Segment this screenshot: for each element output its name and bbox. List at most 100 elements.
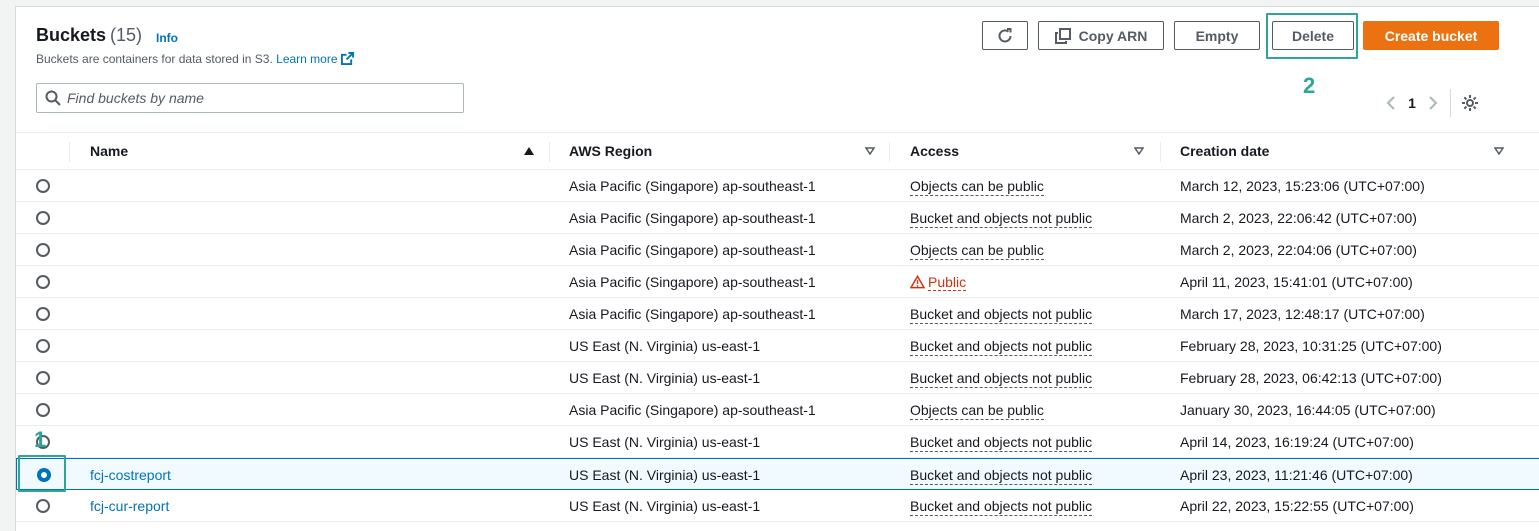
column-divider — [889, 142, 890, 162]
bucket-created: April 22, 2023, 15:22:55 (UTC+07:00) — [1180, 498, 1414, 514]
bucket-region: US East (N. Virginia) us-east-1 — [569, 498, 761, 514]
table-row[interactable]: Asia Pacific (Singapore) ap-southeast-1 … — [16, 266, 1539, 298]
learn-more-link[interactable]: Learn more — [276, 52, 354, 66]
column-header-created[interactable]: Creation date — [1180, 143, 1269, 159]
row-radio[interactable] — [36, 339, 50, 353]
table-row[interactable]: Asia Pacific (Singapore) ap-southeast-1 … — [16, 170, 1539, 202]
bucket-created: January 30, 2023, 16:44:05 (UTC+07:00) — [1180, 402, 1436, 418]
current-page[interactable]: 1 — [1398, 95, 1426, 111]
bucket-created: April 23, 2023, 11:21:46 (UTC+07:00) — [1180, 467, 1413, 483]
description-text: Buckets are containers for data stored i… — [36, 52, 273, 66]
bucket-count: (15) — [110, 25, 143, 45]
bucket-region: Asia Pacific (Singapore) ap-southeast-1 — [569, 306, 816, 322]
bucket-region: Asia Pacific (Singapore) ap-southeast-1 — [569, 402, 816, 418]
create-bucket-label: Create bucket — [1384, 27, 1478, 44]
warning-icon — [910, 275, 925, 289]
next-page-icon[interactable] — [1426, 96, 1440, 110]
bucket-name[interactable]: fcj-cur-report — [90, 498, 169, 514]
info-link[interactable]: Info — [156, 31, 178, 45]
bucket-region: Asia Pacific (Singapore) ap-southeast-1 — [569, 178, 816, 194]
bucket-created: April 11, 2023, 15:41:01 (UTC+07:00) — [1180, 274, 1413, 290]
bucket-created: March 2, 2023, 22:06:42 (UTC+07:00) — [1180, 210, 1417, 226]
row-radio[interactable] — [36, 307, 50, 321]
title-text: Buckets — [36, 25, 107, 45]
bucket-created: February 28, 2023, 10:31:25 (UTC+07:00) — [1180, 338, 1442, 354]
bucket-region: Asia Pacific (Singapore) ap-southeast-1 — [569, 242, 816, 258]
bucket-created: April 14, 2023, 16:19:24 (UTC+07:00) — [1180, 434, 1414, 450]
page-description: Buckets are containers for data stored i… — [36, 52, 354, 66]
row-radio[interactable] — [36, 211, 50, 225]
sort-icon[interactable] — [865, 147, 875, 155]
copy-arn-button[interactable]: Copy ARN — [1038, 21, 1164, 50]
column-header-region[interactable]: AWS Region — [569, 143, 652, 159]
bucket-region: US East (N. Virginia) us-east-1 — [569, 370, 761, 386]
refresh-button[interactable] — [982, 21, 1028, 50]
prev-page-icon[interactable] — [1384, 96, 1398, 110]
bucket-created: February 28, 2023, 06:42:13 (UTC+07:00) — [1180, 370, 1442, 386]
table-row[interactable]: Asia Pacific (Singapore) ap-southeast-1 … — [16, 234, 1539, 266]
bucket-created: March 12, 2023, 15:23:06 (UTC+07:00) — [1180, 178, 1425, 194]
delete-highlight-box — [1266, 13, 1358, 59]
table-row[interactable]: Asia Pacific (Singapore) ap-southeast-1 … — [16, 202, 1539, 234]
bucket-access[interactable]: Bucket and objects not public — [910, 498, 1093, 516]
sort-icon[interactable] — [1134, 147, 1144, 155]
bucket-access[interactable]: Bucket and objects not public — [910, 467, 1093, 485]
bucket-access[interactable]: Bucket and objects not public — [910, 370, 1093, 388]
learn-more-label: Learn more — [276, 52, 338, 66]
table-row[interactable]: US East (N. Virginia) us-east-1 Bucket a… — [16, 362, 1539, 394]
row-radio[interactable] — [36, 499, 50, 513]
empty-label: Empty — [1195, 27, 1239, 44]
bucket-access[interactable]: Bucket and objects not public — [910, 338, 1093, 356]
bucket-access[interactable]: Objects can be public — [910, 242, 1044, 260]
row-radio[interactable] — [36, 403, 50, 417]
column-header-name[interactable]: Name — [90, 143, 128, 159]
column-divider — [549, 142, 550, 162]
bucket-name[interactable]: fcj-costreport — [90, 467, 171, 483]
bucket-region: US East (N. Virginia) us-east-1 — [569, 467, 761, 483]
create-bucket-button[interactable]: Create bucket — [1363, 21, 1499, 50]
bucket-region: Asia Pacific (Singapore) ap-southeast-1 — [569, 274, 816, 290]
table-row[interactable]: US East (N. Virginia) us-east-1 Bucket a… — [16, 330, 1539, 362]
sort-icon[interactable] — [1494, 147, 1504, 155]
buckets-table: Name AWS Region Access Creation date Asi… — [16, 132, 1539, 522]
table-row-selected[interactable]: fcj-costreport US East (N. Virginia) us-… — [16, 458, 1539, 490]
pagination: 1 — [1384, 89, 1479, 117]
row-radio[interactable] — [36, 371, 50, 385]
search-icon — [45, 90, 61, 106]
row-radio[interactable] — [36, 179, 50, 193]
bucket-access[interactable]: Objects can be public — [910, 402, 1044, 420]
row-radio[interactable] — [36, 243, 50, 257]
empty-button[interactable]: Empty — [1174, 21, 1260, 50]
bucket-access[interactable]: Bucket and objects not public — [910, 434, 1093, 452]
bucket-region: US East (N. Virginia) us-east-1 — [569, 338, 761, 354]
step-2-marker: 2 — [1303, 73, 1316, 98]
sort-ascending-icon[interactable] — [524, 147, 534, 155]
bucket-access[interactable]: Objects can be public — [910, 178, 1044, 196]
table-row[interactable]: Asia Pacific (Singapore) ap-southeast-1 … — [16, 298, 1539, 330]
column-divider — [69, 142, 70, 162]
copy-arn-label: Copy ARN — [1078, 27, 1148, 44]
step-1-marker: 1 — [34, 427, 47, 452]
gear-icon[interactable] — [1461, 94, 1479, 112]
table-row[interactable]: US East (N. Virginia) us-east-1 Bucket a… — [16, 426, 1539, 458]
external-link-icon — [340, 52, 354, 65]
radio-highlight-box — [18, 455, 66, 492]
bucket-access[interactable]: Public — [928, 274, 967, 291]
search-input[interactable] — [67, 88, 447, 108]
refresh-icon — [998, 27, 1012, 42]
bucket-region: Asia Pacific (Singapore) ap-southeast-1 — [569, 210, 816, 226]
table-row[interactable]: Asia Pacific (Singapore) ap-southeast-1 … — [16, 394, 1539, 426]
table-header: Name AWS Region Access Creation date — [16, 132, 1539, 170]
column-header-access[interactable]: Access — [910, 143, 959, 159]
column-divider — [1160, 142, 1161, 162]
bucket-region: US East (N. Virginia) us-east-1 — [569, 434, 761, 450]
pager-divider — [1450, 89, 1451, 117]
bucket-access[interactable]: Bucket and objects not public — [910, 210, 1093, 228]
search-box[interactable] — [36, 83, 464, 113]
copy-icon — [1054, 27, 1071, 44]
row-radio[interactable] — [36, 275, 50, 289]
bucket-access[interactable]: Bucket and objects not public — [910, 306, 1093, 324]
page-title: Buckets (15) — [36, 25, 142, 46]
buckets-panel: Buckets (15) Info Buckets are containers … — [15, 6, 1539, 531]
table-row[interactable]: fcj-cur-report US East (N. Virginia) us-… — [16, 490, 1539, 522]
